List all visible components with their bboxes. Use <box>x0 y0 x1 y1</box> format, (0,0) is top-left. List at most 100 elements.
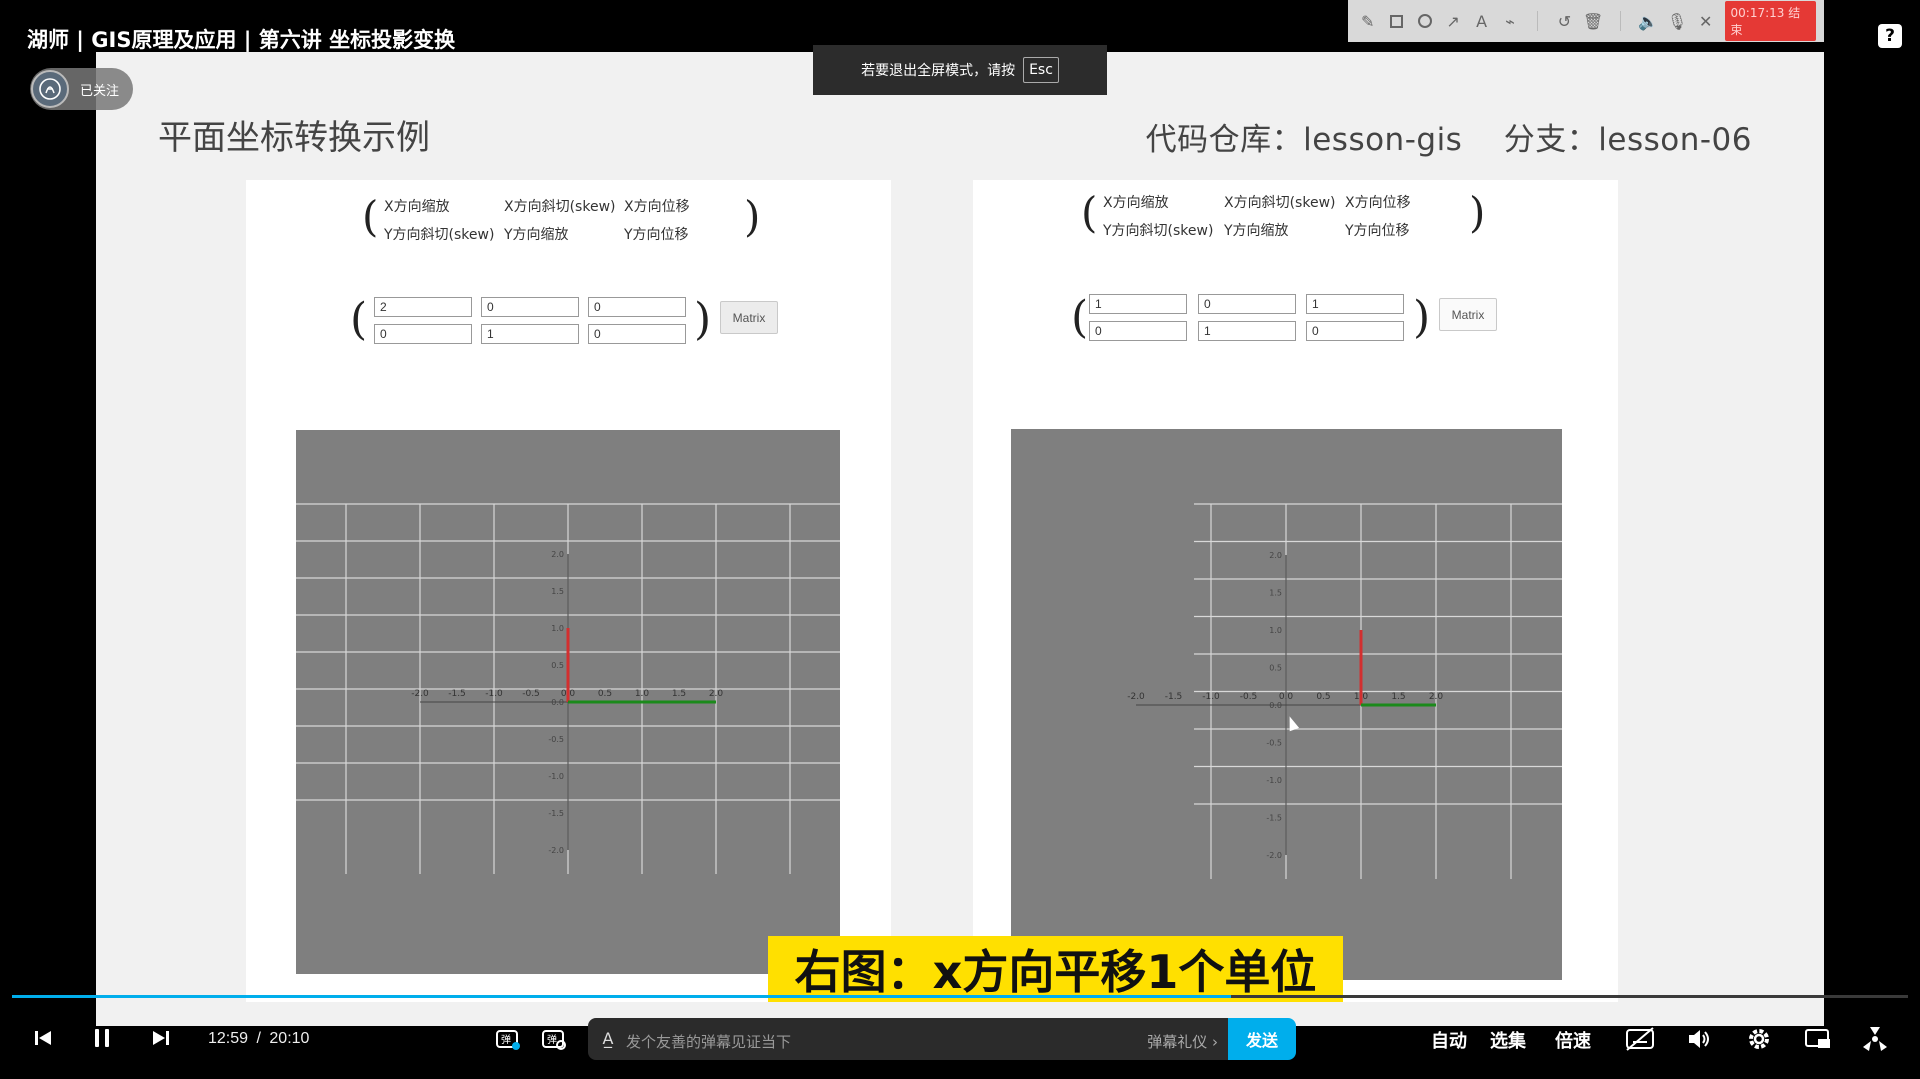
legend-close-paren: ) <box>1469 188 1486 237</box>
video-frame: 平面坐标转换示例 代码仓库：lesson-gis 分支：lesson-06 ( … <box>96 52 1824 1026</box>
highlighter-icon[interactable]: ⌁ <box>1500 11 1519 31</box>
trash-icon[interactable]: 🗑 <box>1583 11 1603 31</box>
settings-gear-icon[interactable] <box>1744 1024 1774 1054</box>
time-separator: / <box>256 1030 261 1047</box>
matrix-input-a[interactable]: 2 <box>374 297 472 317</box>
y-tick-label: -1.5 <box>548 809 564 818</box>
apply-matrix-button[interactable]: Matrix <box>720 301 778 334</box>
uploader-logo-icon <box>39 78 61 100</box>
legend-cell: X方向缩放 <box>384 199 450 215</box>
video-title: 湖师 | GIS原理及应用 | 第六讲 坐标投影变换 <box>27 28 456 52</box>
time-display: 12:59 / 20:10 <box>208 1030 309 1048</box>
font-style-icon[interactable]: A̲ <box>598 1028 618 1048</box>
y-tick-label: 2.0 <box>1269 551 1282 560</box>
x-tick-label: 1.5 <box>672 689 686 699</box>
legend-open-paren: ( <box>1081 188 1098 237</box>
speaker-icon[interactable]: 🔈 <box>1638 11 1658 31</box>
matrix-input-ty[interactable]: 0 <box>588 324 686 344</box>
subtitle-off-icon[interactable] <box>1623 1024 1657 1054</box>
matrix-input-d[interactable]: 1 <box>481 324 579 344</box>
text-icon[interactable]: A <box>1472 11 1491 31</box>
uploader-follow-pill[interactable]: 已关注 <box>30 68 133 110</box>
x-tick-label: 1.0 <box>635 689 650 699</box>
legend-cell: X方向缩放 <box>1103 195 1169 211</box>
legend-cell: Y方向位移 <box>1345 223 1410 239</box>
y-tick-label: 0.5 <box>551 661 564 670</box>
progress-bar-fill <box>12 995 1232 998</box>
danmaku-input[interactable]: A̲ 发个友善的弹幕见证当下 弹幕礼仪 › <box>588 1018 1228 1060</box>
y-tick-label: -0.5 <box>548 735 564 744</box>
matrix-input-b[interactable]: 0 <box>1198 294 1296 314</box>
legend-cell: Y方向缩放 <box>504 227 569 243</box>
matrix-input-tx[interactable]: 0 <box>588 297 686 317</box>
matrix-input-a[interactable]: 1 <box>1089 294 1187 314</box>
svg-text:弹: 弹 <box>547 1033 557 1046</box>
previous-icon[interactable] <box>30 1025 56 1051</box>
next-icon[interactable] <box>148 1025 174 1051</box>
send-danmaku-button[interactable]: 发送 <box>1228 1018 1296 1060</box>
matrix-input-ty[interactable]: 0 <box>1306 321 1404 341</box>
matrix-close-paren: ) <box>1413 292 1431 343</box>
apply-matrix-button[interactable]: Matrix <box>1439 298 1497 331</box>
danmaku-toggle-icon[interactable]: 弹 <box>494 1025 522 1053</box>
legend-open-paren: ( <box>362 192 379 241</box>
x-tick-label: 0.5 <box>598 689 612 699</box>
speed-button[interactable]: 倍速 <box>1555 1027 1591 1053</box>
y-tick-label: -1.0 <box>1266 776 1282 785</box>
repo-branch-label: 代码仓库：lesson-gis 分支：lesson-06 <box>1145 122 1752 158</box>
coordinate-plot-left: -2.0 -1.5 -1.0 -0.5 0.0 0.5 1.0 1.5 2.0 2.0 1.5 1.0… <box>296 503 840 874</box>
plot-canvas-right: -2.0 -1.5 -1.0 -0.5 0.0 0.5 1.0 1.5 2.0 2.0 1.5 1.0… <box>1011 429 1562 980</box>
close-icon[interactable]: ✕ <box>1696 11 1715 31</box>
episodes-button[interactable]: 选集 <box>1490 1027 1526 1053</box>
esc-key-badge: Esc <box>1023 57 1059 83</box>
danmaku-settings-icon[interactable]: 弹 <box>540 1025 568 1053</box>
x-tick-label: 2.0 <box>709 689 724 699</box>
matrix-input-d[interactable]: 1 <box>1198 321 1296 341</box>
auto-quality-button[interactable]: 自动 <box>1431 1027 1467 1053</box>
y-tick-label: -2.0 <box>548 846 564 855</box>
x-tick-label: -2.0 <box>1127 692 1145 702</box>
svg-text:弹: 弹 <box>501 1033 511 1046</box>
legend-cell: Y方向斜切(skew) <box>1103 223 1214 239</box>
matrix-input-c[interactable]: 0 <box>374 324 472 344</box>
caption-subtitle: 右图：x方向平移1个单位 <box>768 936 1343 1002</box>
y-tick-label: 0.0 <box>1269 701 1282 710</box>
y-tick-label: 1.0 <box>1269 626 1282 635</box>
progress-bar[interactable] <box>12 995 1908 998</box>
volume-icon[interactable] <box>1684 1024 1714 1054</box>
arrow-icon[interactable]: ↗ <box>1443 11 1462 31</box>
matrix-input-b[interactable]: 0 <box>481 297 579 317</box>
undo-icon[interactable]: ↺ <box>1555 11 1574 31</box>
toolbar-divider <box>1536 11 1538 31</box>
rectangle-icon[interactable] <box>1386 11 1405 31</box>
recording-end-button[interactable]: 00:17:13 结束 <box>1724 1 1816 41</box>
legend-cell: Y方向缩放 <box>1224 223 1289 239</box>
matrix-input-tx[interactable]: 1 <box>1306 294 1404 314</box>
y-tick-label: 0.5 <box>1269 664 1282 673</box>
matrix-input-c[interactable]: 0 <box>1089 321 1187 341</box>
danmaku-etiquette-link[interactable]: 弹幕礼仪 › <box>1147 1031 1218 1052</box>
avatar[interactable] <box>31 70 69 108</box>
picture-in-picture-icon[interactable] <box>1803 1024 1833 1054</box>
y-tick-label: -0.5 <box>1266 739 1282 748</box>
legend-cell: X方向斜切(skew) <box>1224 195 1336 211</box>
follow-status: 已关注 <box>80 84 120 99</box>
left-demo-panel: ( X方向缩放 X方向斜切(skew) X方向位移 Y方向斜切(skew) Y方… <box>246 180 891 1002</box>
legend-cell: Y方向位移 <box>624 227 689 243</box>
microphone-icon[interactable]: 🎙 <box>1667 11 1687 31</box>
x-tick-label: -0.5 <box>1240 692 1258 702</box>
help-icon[interactable]: ? <box>1878 24 1902 48</box>
legend-cell: X方向位移 <box>624 199 690 215</box>
y-tick-label: 1.5 <box>1269 589 1282 598</box>
pencil-icon[interactable]: ✎ <box>1358 11 1377 31</box>
pause-icon[interactable] <box>89 1025 115 1051</box>
x-tick-label: -0.5 <box>522 689 540 699</box>
x-tick-label: -1.5 <box>448 689 466 699</box>
circle-icon[interactable] <box>1415 11 1434 31</box>
fullscreen-exit-icon[interactable] <box>1860 1024 1890 1054</box>
x-tick-label: -1.0 <box>485 689 503 699</box>
x-tick-label: 1.5 <box>1391 692 1405 702</box>
danmaku-placeholder: 发个友善的弹幕见证当下 <box>626 1033 792 1051</box>
current-time: 12:59 <box>208 1030 249 1047</box>
y-tick-label: -1.5 <box>1266 814 1282 823</box>
